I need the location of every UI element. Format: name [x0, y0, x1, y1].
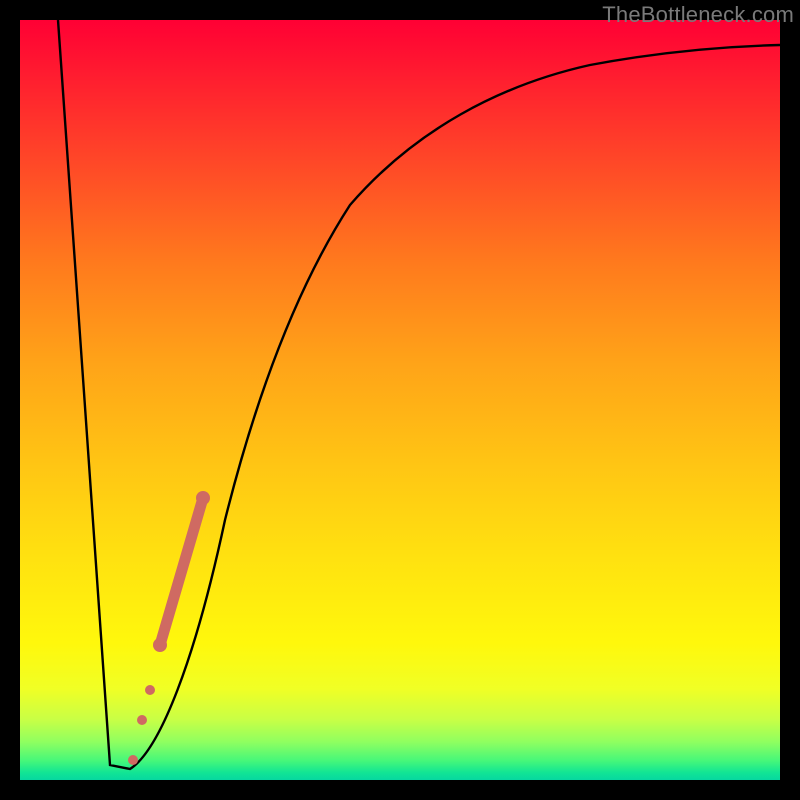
chart-frame: TheBottleneck.com — [0, 0, 800, 800]
highlight-dot — [137, 715, 147, 725]
highlight-thick-segment — [160, 498, 203, 645]
highlight-dot — [196, 491, 210, 505]
highlight-dot — [153, 638, 167, 652]
chart-svg — [20, 20, 780, 780]
bottleneck-curve — [58, 20, 780, 769]
highlight-dot — [145, 685, 155, 695]
chart-plot-area — [20, 20, 780, 780]
highlight-dot — [128, 755, 138, 765]
